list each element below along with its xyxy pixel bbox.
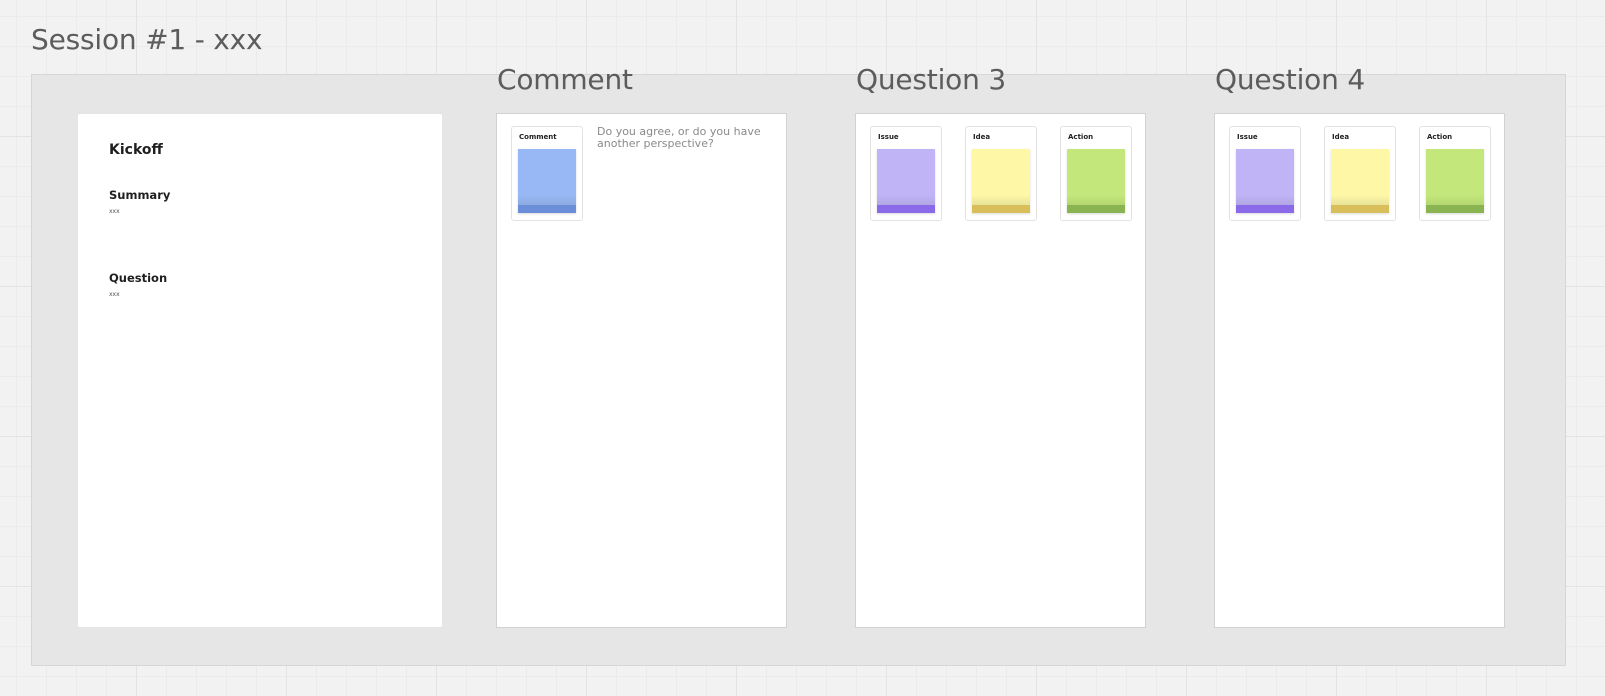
sticky-note-issue[interactable] [1236, 149, 1294, 213]
question-value[interactable]: xxx [109, 291, 120, 298]
summary-label[interactable]: Summary [109, 188, 170, 202]
kickoff-title[interactable]: Kickoff [109, 142, 163, 158]
note-card-action[interactable]: Action [1419, 126, 1491, 221]
sticky-note-issue[interactable] [877, 149, 935, 213]
sticky-note-action[interactable] [1067, 149, 1125, 213]
note-card-idea[interactable]: Idea [965, 126, 1037, 221]
note-card-comment[interactable]: Comment [511, 126, 583, 221]
column-panel-question-3: Issue Idea Action [855, 113, 1146, 628]
note-card-idea[interactable]: Idea [1324, 126, 1396, 221]
column-panel-question-4: Issue Idea Action [1214, 113, 1505, 628]
note-card-action[interactable]: Action [1060, 126, 1132, 221]
sticky-note-comment[interactable] [518, 149, 576, 213]
note-card-issue[interactable]: Issue [1229, 126, 1301, 221]
sticky-note-idea[interactable] [1331, 149, 1389, 213]
note-label: Idea [973, 133, 991, 141]
sticky-note-action[interactable] [1426, 149, 1484, 213]
comment-hint: Do you agree, or do you have another per… [597, 125, 761, 150]
column-title-question-3[interactable]: Question 3 [856, 63, 1006, 96]
sticky-note-idea[interactable] [972, 149, 1030, 213]
session-title[interactable]: Session #1 - xxx [31, 23, 263, 56]
note-label: Action [1068, 133, 1094, 141]
column-title-comment[interactable]: Comment [497, 63, 633, 96]
note-label: Issue [878, 133, 899, 141]
kickoff-card[interactable]: Kickoff Summary xxx Question xxx [78, 114, 442, 627]
question-label[interactable]: Question [109, 271, 167, 285]
note-label: Comment [519, 133, 557, 141]
summary-value[interactable]: xxx [109, 208, 120, 215]
note-label: Idea [1332, 133, 1350, 141]
note-label: Issue [1237, 133, 1258, 141]
column-panel-comment: Comment Do you agree, or do you have ano… [496, 113, 787, 628]
note-label: Action [1427, 133, 1453, 141]
note-card-issue[interactable]: Issue [870, 126, 942, 221]
column-title-question-4[interactable]: Question 4 [1215, 63, 1365, 96]
